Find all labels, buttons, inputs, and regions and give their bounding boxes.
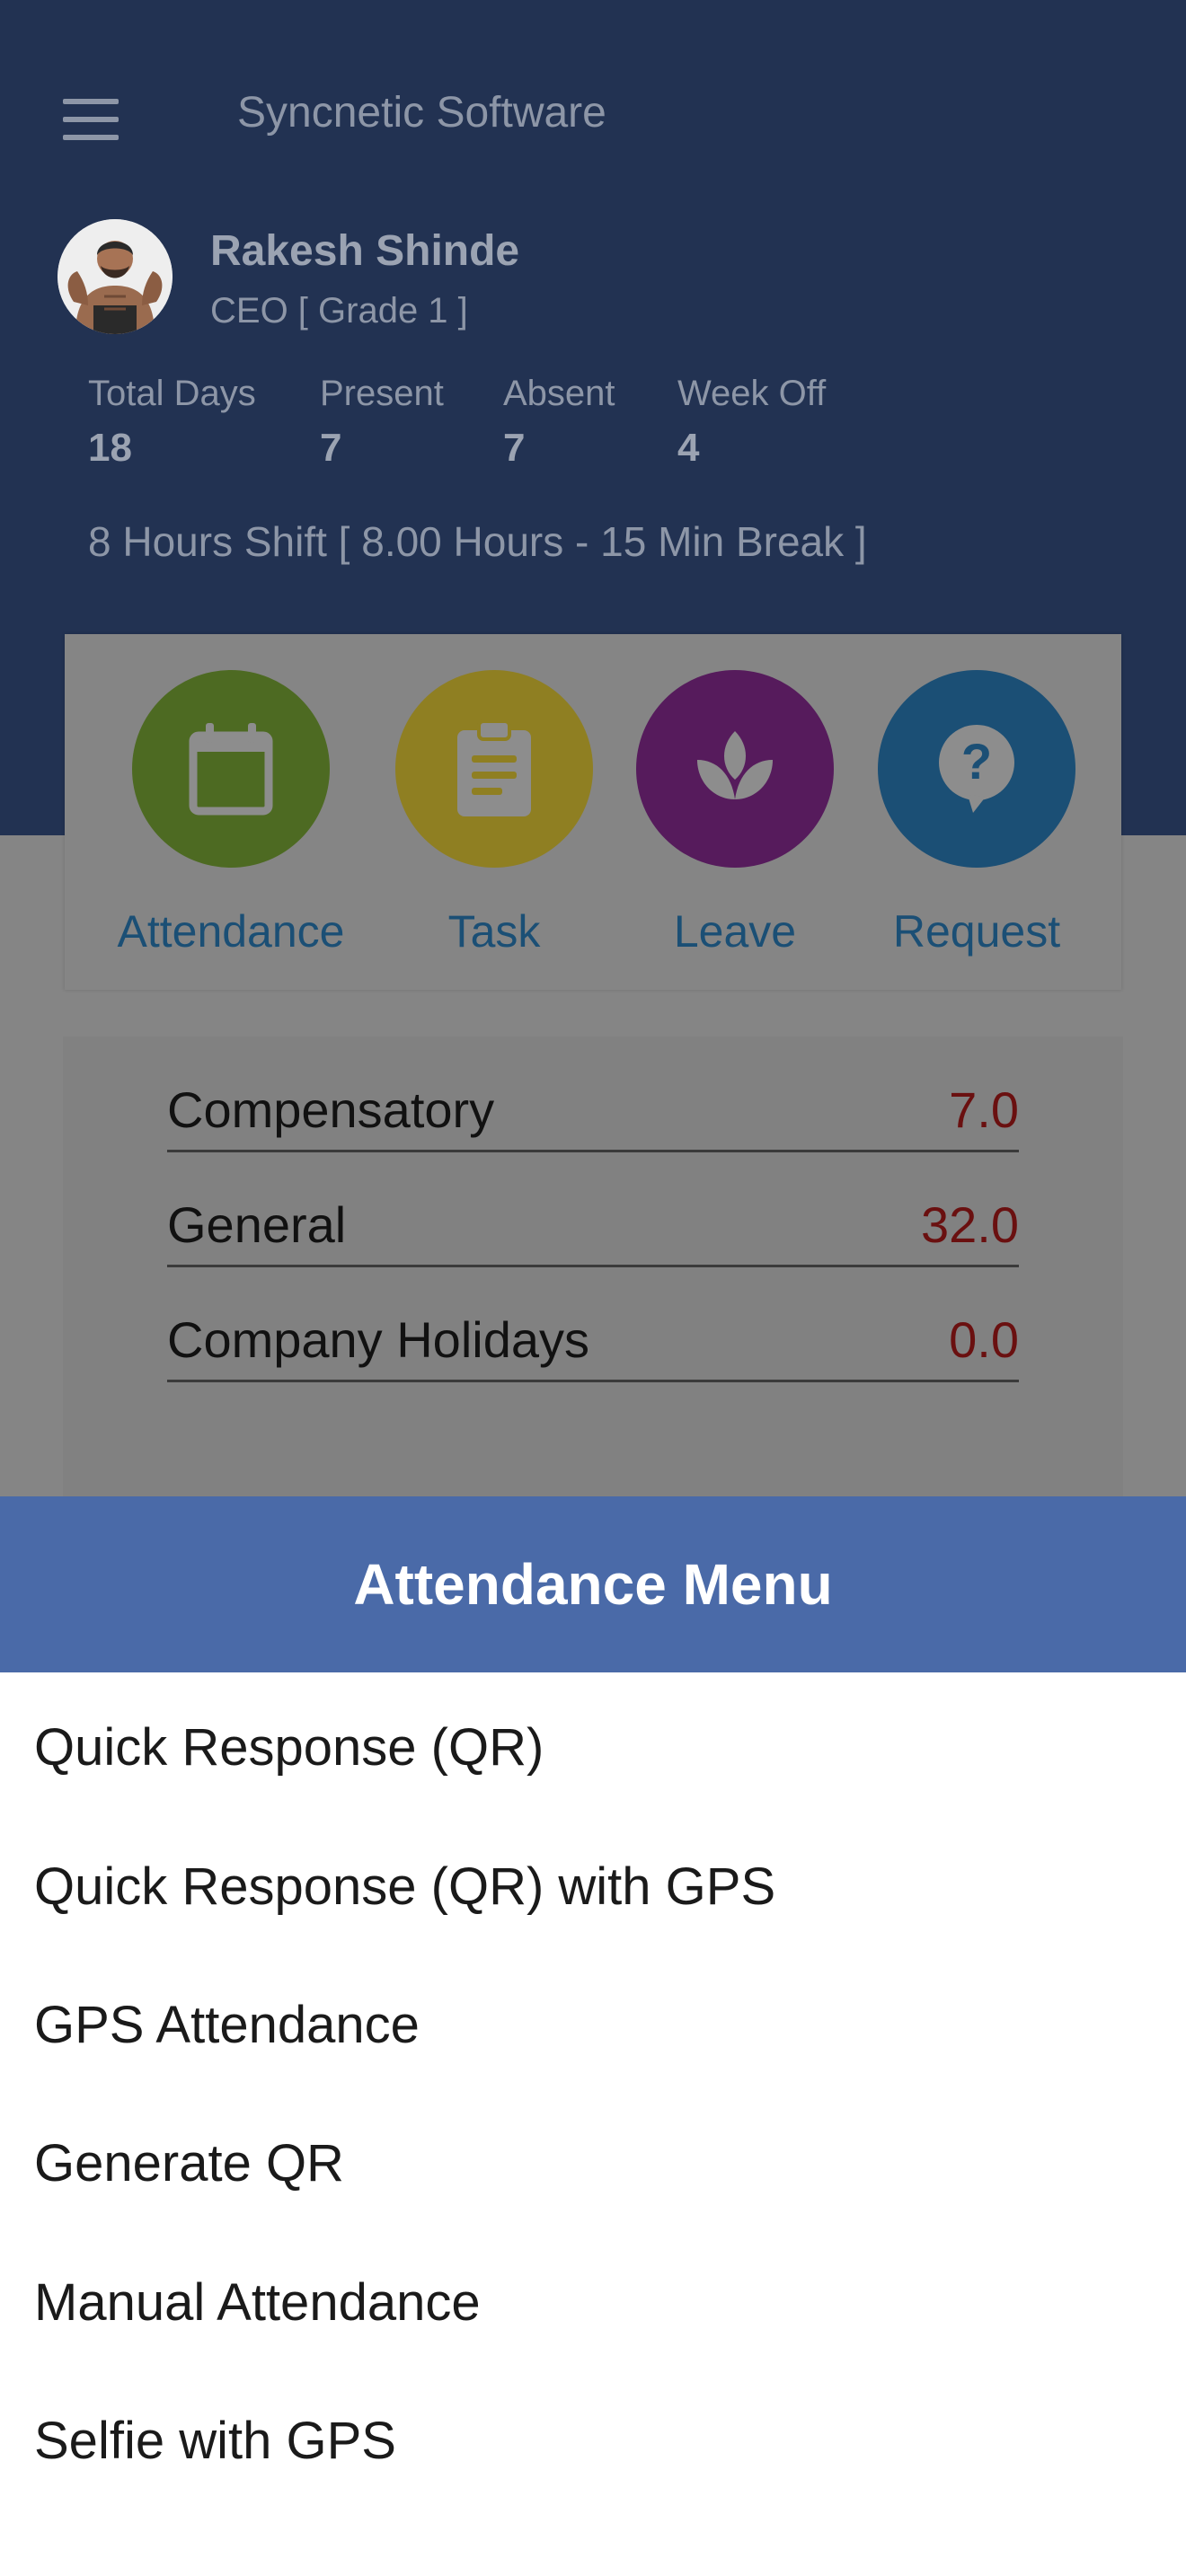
quick-action-leave[interactable]: Leave xyxy=(605,634,865,990)
calendar-icon xyxy=(132,670,330,868)
stat-label: Week Off xyxy=(677,374,827,413)
shift-info: 8 Hours Shift [ 8.00 Hours - 15 Min Brea… xyxy=(88,518,867,565)
quick-action-attendance[interactable]: Attendance xyxy=(101,634,361,990)
leave-row[interactable]: Company Holidays 0.0 xyxy=(167,1266,1019,1382)
menu-item-generate-qr[interactable]: Generate QR xyxy=(0,2094,1186,2232)
leave-balance-card: Compensatory 7.0 General 32.0 Company Ho… xyxy=(63,1037,1123,1504)
app-title: Syncnetic Software xyxy=(237,89,606,137)
stat-label: Total Days xyxy=(88,374,256,413)
stat-week-off: Week Off 4 xyxy=(677,368,826,471)
leave-row[interactable]: Compensatory 7.0 xyxy=(167,1037,1019,1152)
stat-absent: Absent 7 xyxy=(503,368,615,471)
stat-value: 7 xyxy=(503,426,526,470)
leave-value: 32.0 xyxy=(921,1196,1019,1253)
menu-item-qr[interactable]: Quick Response (QR) xyxy=(0,1678,1186,1816)
avatar[interactable] xyxy=(58,219,173,334)
stat-value: 7 xyxy=(320,426,342,470)
leave-name: Compensatory xyxy=(167,1081,495,1138)
menu-item-gps-attendance[interactable]: GPS Attendance xyxy=(0,1955,1186,2094)
quick-action-request[interactable]: ? Request xyxy=(846,634,1107,990)
leave-value: 0.0 xyxy=(949,1311,1019,1368)
stat-value: 18 xyxy=(88,426,132,470)
leave-row[interactable]: General 32.0 xyxy=(167,1151,1019,1267)
svg-text:?: ? xyxy=(961,733,992,790)
user-name: Rakesh Shinde xyxy=(210,227,520,275)
quick-actions-card: Attendance Task Leave ? Request xyxy=(65,634,1121,990)
question-bubble-icon: ? xyxy=(878,670,1075,868)
stat-label: Absent xyxy=(503,374,615,413)
clipboard-icon xyxy=(395,670,593,868)
menu-item-qr-gps[interactable]: Quick Response (QR) with GPS xyxy=(0,1817,1186,1955)
menu-item-manual-attendance[interactable]: Manual Attendance xyxy=(0,2233,1186,2371)
attendance-menu-title: Attendance Menu xyxy=(353,1552,833,1617)
leave-name: General xyxy=(167,1196,347,1253)
quick-action-label: Request xyxy=(892,906,1061,957)
stat-value: 4 xyxy=(677,426,700,470)
hamburger-menu-icon[interactable] xyxy=(63,99,120,140)
user-role: CEO [ Grade 1 ] xyxy=(210,291,468,331)
attendance-menu-header: Attendance Menu xyxy=(0,1496,1186,1672)
quick-action-task[interactable]: Task xyxy=(364,634,624,990)
quick-action-label: Leave xyxy=(673,906,797,957)
menu-item-selfie-gps[interactable]: Selfie with GPS xyxy=(0,2371,1186,2510)
attendance-menu-list: Quick Response (QR) Quick Response (QR) … xyxy=(0,1672,1186,2576)
stat-total-days: Total Days 18 xyxy=(88,368,256,471)
lotus-icon xyxy=(636,670,834,868)
quick-action-label: Task xyxy=(447,906,541,957)
leave-value: 7.0 xyxy=(949,1081,1019,1138)
leave-name: Company Holidays xyxy=(167,1311,589,1368)
stat-present: Present 7 xyxy=(320,368,444,471)
stat-label: Present xyxy=(320,374,444,413)
quick-action-label: Attendance xyxy=(117,906,345,957)
